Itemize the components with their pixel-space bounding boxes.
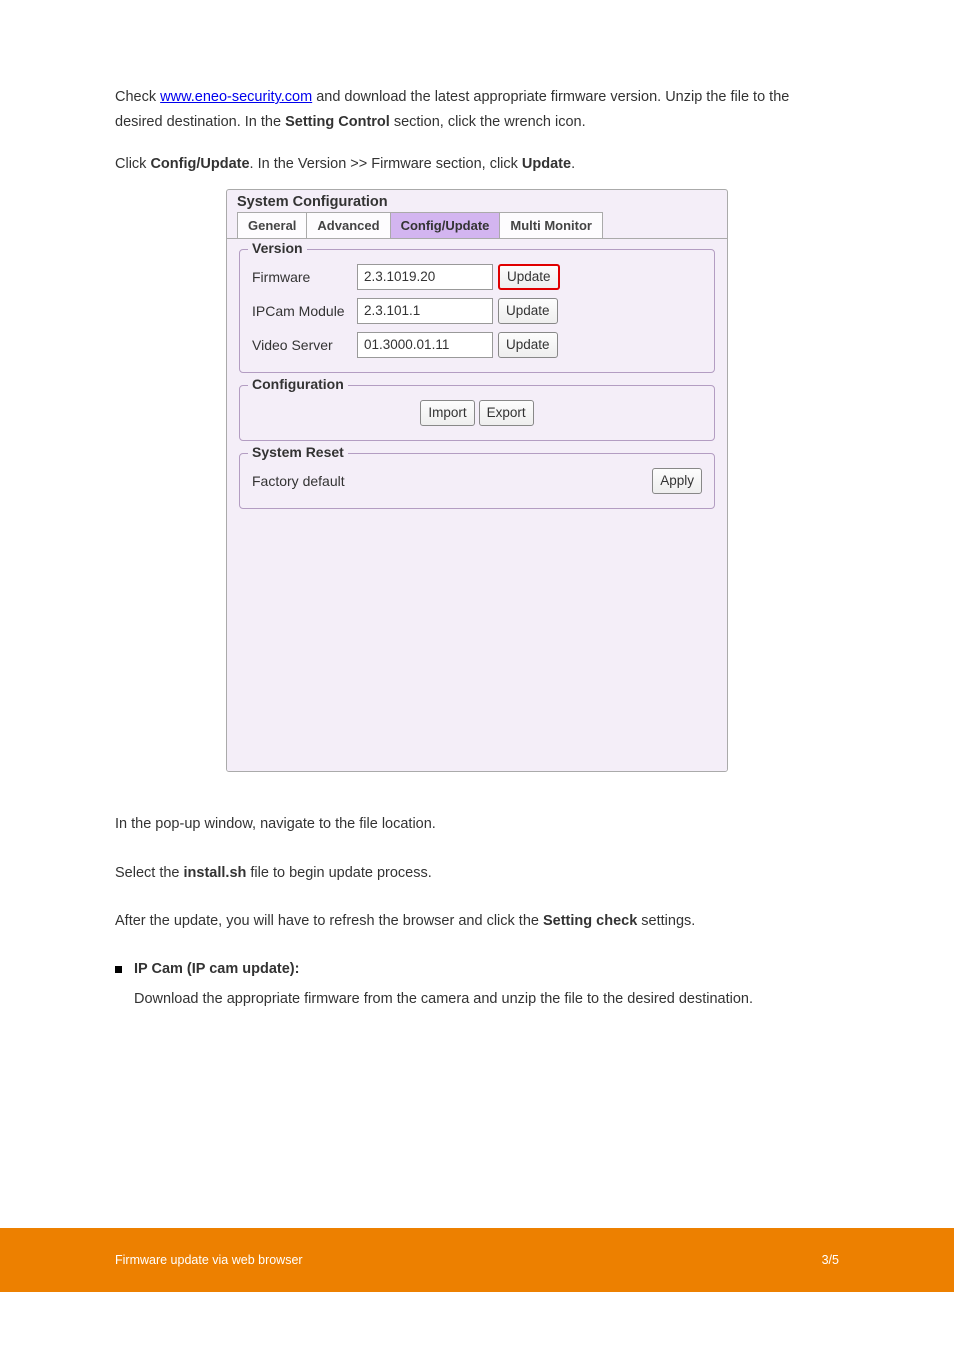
intro-bold: Setting Control [285, 114, 390, 130]
step-paragraph: Click Config/Update. In the Version >> F… [115, 152, 839, 177]
bullet-text: Download the appropriate firmware from t… [134, 987, 839, 1012]
firmware-label: Firmware [252, 269, 357, 285]
after-line1: In the pop-up window, navigate to the fi… [115, 812, 839, 837]
ipcam-input[interactable] [357, 298, 493, 324]
after-line3-bold: Setting check [543, 913, 637, 929]
firmware-input[interactable] [357, 264, 493, 290]
video-update-button[interactable]: Update [498, 332, 558, 358]
after-line2: Select the install.sh file to begin upda… [115, 861, 839, 886]
configuration-legend: Configuration [248, 376, 348, 392]
bullet-icon [115, 966, 122, 973]
intro-suffix: section, click the wrench icon. [390, 114, 586, 130]
step-bold2: Update [522, 156, 571, 172]
system-reset-legend: System Reset [248, 444, 348, 460]
ipcam-row: IPCam Module Update [252, 298, 702, 324]
step-bold1: Config/Update [150, 156, 249, 172]
footer-text: Firmware update via web browser [115, 1253, 303, 1267]
video-label: Video Server [252, 337, 357, 353]
tab-general[interactable]: General [237, 212, 307, 238]
tab-config-update[interactable]: Config/Update [390, 212, 501, 238]
apply-button[interactable]: Apply [652, 468, 702, 494]
security-link[interactable]: www.eneo-security.com [160, 89, 312, 105]
after-line3: After the update, you will have to refre… [115, 909, 839, 934]
ipcam-update-button[interactable]: Update [498, 298, 558, 324]
step-suffix: . [571, 156, 575, 172]
version-fieldset: Version Firmware Update IPCam Module Upd… [239, 249, 715, 373]
intro-paragraph: Check www.eneo-security.com and download… [115, 85, 839, 134]
tab-multi-monitor[interactable]: Multi Monitor [499, 212, 603, 238]
after-line2-suffix: file to begin update process. [246, 865, 431, 881]
bullet-block: IP Cam (IP cam update): Download the app… [115, 958, 839, 1012]
step-prefix: Click [115, 156, 150, 172]
firmware-update-button[interactable]: Update [498, 264, 560, 290]
after-line2-bold: install.sh [184, 865, 247, 881]
firmware-row: Firmware Update [252, 264, 702, 290]
screenshot-title: System Configuration [227, 190, 727, 212]
ipcam-label: IPCam Module [252, 303, 357, 319]
tab-advanced[interactable]: Advanced [306, 212, 390, 238]
configuration-fieldset: Configuration Import Export [239, 385, 715, 441]
step-middle: . In the Version >> Firmware section, cl… [250, 156, 522, 172]
after-line3-suffix: settings. [637, 913, 695, 929]
bullet-heading-text: IP Cam (IP cam update): [134, 958, 299, 981]
factory-default-label: Factory default [252, 473, 345, 489]
after-line3-prefix: After the update, you will have to refre… [115, 913, 543, 929]
system-config-screenshot: System Configuration General Advanced Co… [226, 189, 728, 772]
version-legend: Version [248, 240, 307, 256]
export-button[interactable]: Export [479, 400, 534, 426]
after-line2-prefix: Select the [115, 865, 184, 881]
footer-bar: Firmware update via web browser 3/5 [0, 1228, 954, 1292]
footer-page: 3/5 [822, 1253, 839, 1267]
system-reset-fieldset: System Reset Factory default Apply [239, 453, 715, 509]
tab-content: Version Firmware Update IPCam Module Upd… [227, 238, 727, 771]
video-row: Video Server Update [252, 332, 702, 358]
tab-bar: General Advanced Config/Update Multi Mon… [227, 212, 727, 238]
video-input[interactable] [357, 332, 493, 358]
import-button[interactable]: Import [420, 400, 474, 426]
intro-prefix: Check [115, 89, 160, 105]
